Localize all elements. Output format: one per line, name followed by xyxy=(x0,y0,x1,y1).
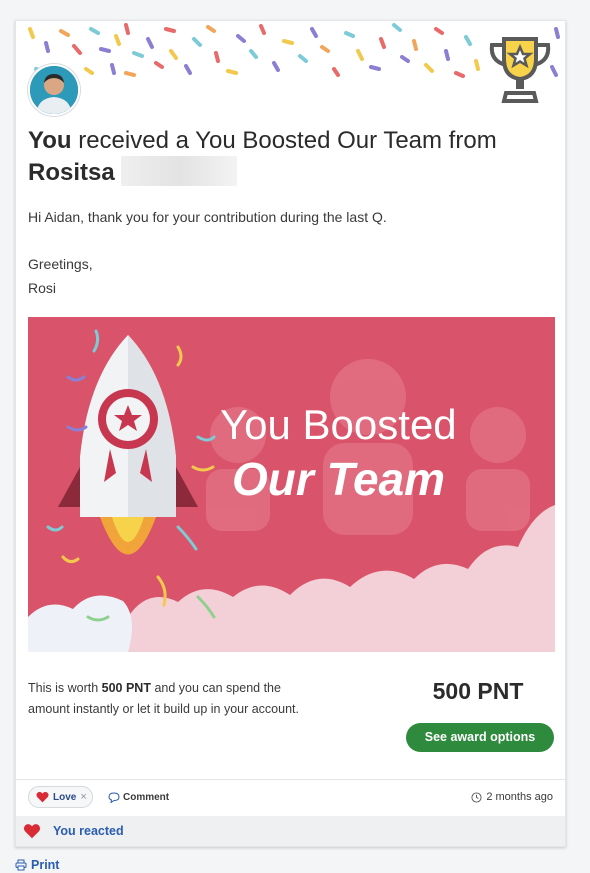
banner-line1: You Boosted xyxy=(220,401,457,448)
print-label: Print xyxy=(31,858,60,872)
banner-line2: Our Team xyxy=(232,453,445,505)
comment-icon xyxy=(108,791,120,803)
heart-icon xyxy=(36,791,49,803)
points-value: 500 PNT xyxy=(432,678,524,704)
avatar[interactable] xyxy=(28,64,80,116)
award-banner: You Boosted Our Team xyxy=(28,317,555,652)
post-title: You received a You Boosted Our Team from… xyxy=(28,125,548,188)
comment-label: Comment xyxy=(123,791,170,803)
clock-icon xyxy=(471,791,482,803)
post-timestamp: 2 months ago xyxy=(471,786,553,808)
message-signature: Rosi xyxy=(28,280,57,296)
comment-button[interactable]: Comment xyxy=(108,786,169,808)
recognition-card: You received a You Boosted Our Team from… xyxy=(15,20,566,847)
title-you: You xyxy=(28,127,72,154)
message-signoff: Greetings, xyxy=(28,256,93,272)
print-link[interactable]: Print xyxy=(15,858,59,872)
time-label: 2 months ago xyxy=(486,791,553,803)
award-worth-text: This is worth 500 PNT and you can spend … xyxy=(28,678,318,720)
divider xyxy=(16,779,565,780)
trophy-icon xyxy=(489,37,551,103)
message-greeting: Hi Aidan, thank you for your contributio… xyxy=(28,209,387,225)
worth-amount: 500 PNT xyxy=(101,681,151,695)
sender-name[interactable]: Rositsa xyxy=(28,159,115,186)
redacted-surname xyxy=(120,156,237,186)
printer-icon xyxy=(15,859,27,871)
post-message: Hi Aidan, thank you for your contributio… xyxy=(28,205,548,300)
title-text: received a You Boosted Our Team from xyxy=(71,127,497,154)
close-icon[interactable]: × xyxy=(80,791,86,803)
love-reaction-chip[interactable]: Love × xyxy=(28,786,93,808)
you-reacted-bar: You reacted xyxy=(16,816,565,846)
avatar-photo xyxy=(30,66,78,114)
see-award-options-button[interactable]: See award options xyxy=(406,723,554,752)
worth-prefix: This is worth xyxy=(28,681,102,695)
confetti-decoration xyxy=(28,23,560,78)
you-reacted-link[interactable]: You reacted xyxy=(53,824,124,838)
love-label: Love xyxy=(53,791,77,803)
heart-icon xyxy=(23,824,41,839)
